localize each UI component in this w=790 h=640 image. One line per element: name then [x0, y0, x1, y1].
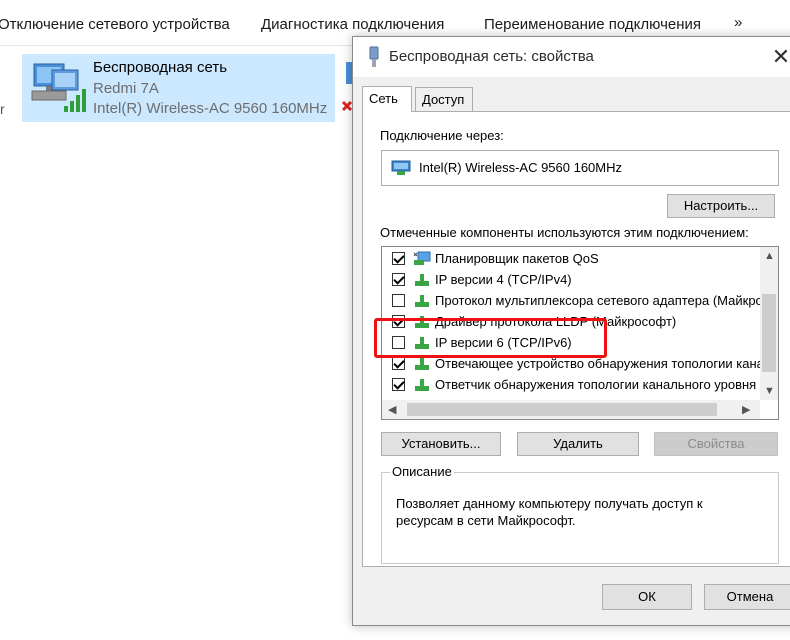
remove-button[interactable]: Удалить — [517, 432, 639, 456]
scroll-left-icon[interactable]: ◀ — [388, 403, 396, 416]
protocol-icon — [415, 274, 429, 286]
adapter-name-value: Intel(R) Wireless-AC 9560 160MHz — [419, 160, 623, 175]
qos-icon — [413, 251, 431, 265]
network-adapter-icon — [369, 46, 379, 67]
protocol-icon — [415, 316, 429, 328]
diagnose-connection-button[interactable]: Диагностика подключения — [261, 16, 444, 33]
wireless-network-icon — [31, 63, 86, 112]
connect-via-box: Intel(R) Wireless-AC 9560 160MHz — [381, 150, 779, 186]
disable-device-button[interactable]: Отключение сетевого устройства — [0, 16, 230, 33]
rename-connection-button[interactable]: Переименование подключения — [484, 16, 701, 33]
components-label: Отмеченные компоненты используются этим … — [380, 225, 749, 240]
component-checkbox[interactable] — [392, 273, 405, 286]
dialog-title: Беспроводная сеть: свойства — [389, 48, 594, 65]
description-text: Позволяет данному компьютеру получать до… — [396, 496, 703, 528]
protocol-icon — [415, 358, 429, 370]
adapter-name: Беспроводная сеть — [93, 59, 228, 76]
dialog-titlebar[interactable]: Беспроводная сеть: свойства ✕ — [353, 37, 790, 77]
list-item[interactable]: IP версии 6 (TCP/IPv6) — [382, 332, 760, 353]
protocol-icon — [415, 337, 429, 349]
component-checkbox[interactable] — [392, 336, 405, 349]
component-label: Ответчик обнаружения топологии канальног… — [435, 377, 757, 392]
close-button[interactable]: ✕ — [766, 42, 790, 72]
component-checkbox[interactable] — [392, 294, 405, 307]
component-label: Драйвер протокола LLDP (Майкрософт) — [435, 314, 677, 329]
properties-dialog: Беспроводная сеть: свойства ✕ Сеть Досту… — [352, 36, 790, 626]
network-card-icon — [391, 160, 411, 175]
scroll-right-icon[interactable]: ▶ — [742, 403, 750, 416]
component-label: IP версии 6 (TCP/IPv6) — [435, 335, 572, 350]
list-item[interactable]: Ответчик обнаружения топологии канальног… — [382, 374, 760, 395]
component-label: Отвечающее устройство обнаружения тополо… — [435, 356, 760, 371]
configure-button[interactable]: Настроить... — [667, 194, 775, 218]
description-group: Описание Позволяет данному компьютеру по… — [381, 464, 779, 564]
components-list[interactable]: Планировщик пакетов QoS IP версии 4 (TCP… — [381, 246, 779, 420]
tab-panel-network: Подключение через: Intel(R) Wireless-AC … — [362, 111, 790, 567]
component-label: Протокол мультиплексора сетевого адаптер… — [435, 293, 760, 308]
truncated-label: r — [0, 101, 5, 117]
adapter-ssid: Redmi 7A — [93, 80, 159, 97]
list-item[interactable]: Протокол мультиплексора сетевого адаптер… — [382, 290, 760, 311]
component-label: IP версии 4 (TCP/IPv4) — [435, 272, 572, 287]
protocol-icon — [415, 379, 429, 391]
component-checkbox[interactable] — [392, 357, 405, 370]
properties-button[interactable]: Свойства — [654, 432, 778, 456]
ok-button[interactable]: ОК — [602, 584, 692, 610]
protocol-icon — [415, 295, 429, 307]
component-label: Планировщик пакетов QoS — [435, 251, 599, 266]
horizontal-scrollbar[interactable]: ◀ ▶ — [382, 400, 760, 419]
list-item[interactable]: IP версии 4 (TCP/IPv4) — [382, 269, 760, 290]
more-commands-button[interactable]: » — [734, 14, 742, 31]
tab-access[interactable]: Доступ — [415, 87, 473, 111]
install-button[interactable]: Установить... — [381, 432, 501, 456]
component-checkbox[interactable] — [392, 378, 405, 391]
tab-network[interactable]: Сеть — [362, 86, 412, 112]
description-legend: Описание — [390, 464, 454, 479]
cancel-button[interactable]: Отмена — [704, 584, 790, 610]
wireless-adapter-card[interactable]: Беспроводная сеть Redmi 7A Intel(R) Wire… — [22, 54, 335, 122]
connect-via-label: Подключение через: — [380, 128, 504, 143]
list-item[interactable]: Отвечающее устройство обнаружения тополо… — [382, 353, 760, 374]
list-item[interactable]: Планировщик пакетов QoS — [382, 248, 760, 269]
vertical-scroll-thumb[interactable] — [762, 294, 776, 372]
component-checkbox[interactable] — [392, 315, 405, 328]
scroll-down-icon[interactable]: ▼ — [764, 385, 775, 397]
scroll-up-icon[interactable]: ▲ — [764, 250, 775, 262]
vertical-scrollbar[interactable]: ▲ ▼ — [760, 247, 778, 400]
horizontal-scroll-thumb[interactable] — [407, 403, 717, 416]
list-item[interactable]: Драйвер протокола LLDP (Майкрософт) — [382, 311, 760, 332]
component-checkbox[interactable] — [392, 252, 405, 265]
adapter-device: Intel(R) Wireless-AC 9560 160MHz — [93, 100, 328, 117]
